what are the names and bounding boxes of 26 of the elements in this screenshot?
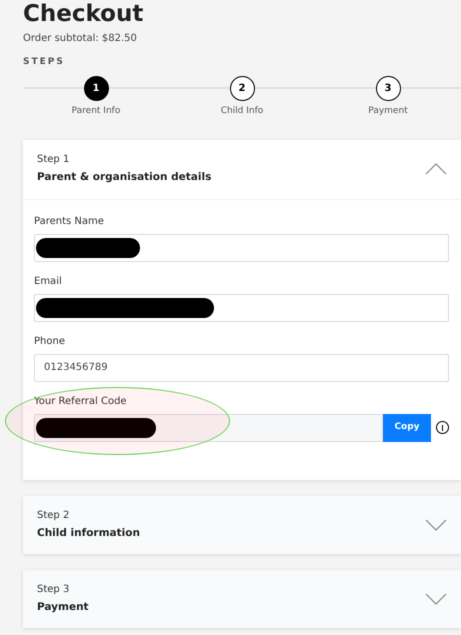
section-title: Payment — [37, 600, 89, 615]
chevron-down-icon[interactable] — [425, 518, 447, 530]
step-number: Step 3 — [37, 582, 70, 597]
section-title: Parent & organisation details — [37, 170, 212, 186]
field-label: Parents Name — [34, 214, 105, 228]
copy-button[interactable]: Copy — [383, 414, 431, 442]
field-label: Email — [34, 274, 63, 288]
input-field[interactable] — [34, 294, 449, 322]
steps-heading: STEPS — [23, 56, 66, 69]
step-number: Step 2 — [37, 508, 70, 523]
step-number: Step 1 — [37, 153, 70, 168]
step-label: Payment — [368, 104, 408, 118]
section-title: Child information — [37, 526, 140, 541]
step-label: Parent Info — [72, 104, 120, 118]
order-subtotal: Order subtotal: $82.50 — [23, 32, 138, 46]
info-icon[interactable] — [436, 421, 449, 434]
page-title: Checkout — [23, 0, 144, 28]
field-label: Phone — [34, 334, 66, 348]
step-label: Child Info — [220, 104, 264, 118]
field-label: Your Referral Code — [34, 394, 128, 408]
field-value: 0123456789 — [43, 361, 108, 375]
input-field[interactable] — [34, 234, 449, 262]
input-field[interactable] — [34, 414, 383, 442]
chevron-down-icon[interactable] — [425, 592, 447, 604]
chevron-up-icon[interactable] — [425, 163, 447, 175]
input-field[interactable]: 0123456789 — [34, 354, 449, 382]
